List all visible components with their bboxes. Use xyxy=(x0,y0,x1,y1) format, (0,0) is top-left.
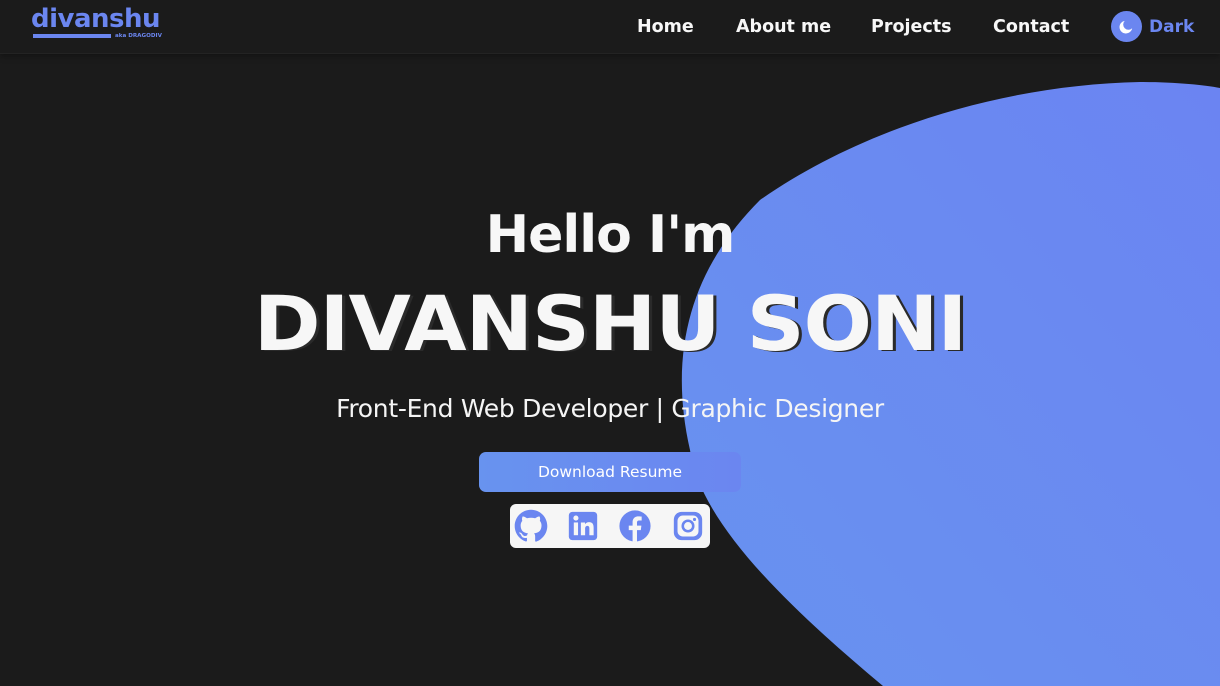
github-icon[interactable] xyxy=(514,509,548,543)
nav-link-about[interactable]: About me xyxy=(736,15,831,39)
facebook-icon[interactable] xyxy=(618,509,652,543)
navbar: divanshu aka DRAGODIV Home About me Proj… xyxy=(0,0,1220,54)
social-links xyxy=(510,504,710,548)
tagline-separator: | xyxy=(655,394,664,423)
theme-toggle-label: Dark xyxy=(1149,17,1195,37)
portfolio-page: divanshu aka DRAGODIV Home About me Proj… xyxy=(0,0,1220,686)
instagram-icon[interactable] xyxy=(671,509,705,543)
download-resume-button[interactable]: Download Resume xyxy=(479,452,741,492)
site-logo[interactable]: divanshu aka DRAGODIV xyxy=(31,4,163,46)
logo-underline xyxy=(33,34,111,38)
linkedin-icon[interactable] xyxy=(566,509,600,543)
moon-icon xyxy=(1111,11,1142,42)
hero-name: DIVANSHU SONI xyxy=(253,279,968,368)
logo-text: divanshu xyxy=(31,4,161,34)
nav-link-home[interactable]: Home xyxy=(637,15,694,39)
tagline-role-developer: Front-End Web Developer xyxy=(336,394,648,423)
logo-subtext: aka DRAGODIV xyxy=(115,33,162,39)
hero-greeting: Hello I'm xyxy=(485,205,736,265)
hero-tagline: Front-End Web Developer | Graphic Design… xyxy=(0,391,1220,427)
nav-link-projects[interactable]: Projects xyxy=(871,15,952,39)
nav-link-contact[interactable]: Contact xyxy=(993,15,1069,39)
hero-section: Hello I'm DIVANSHU SONI Front-End Web De… xyxy=(0,0,1220,686)
tagline-role-designer: Graphic Designer xyxy=(671,394,884,423)
